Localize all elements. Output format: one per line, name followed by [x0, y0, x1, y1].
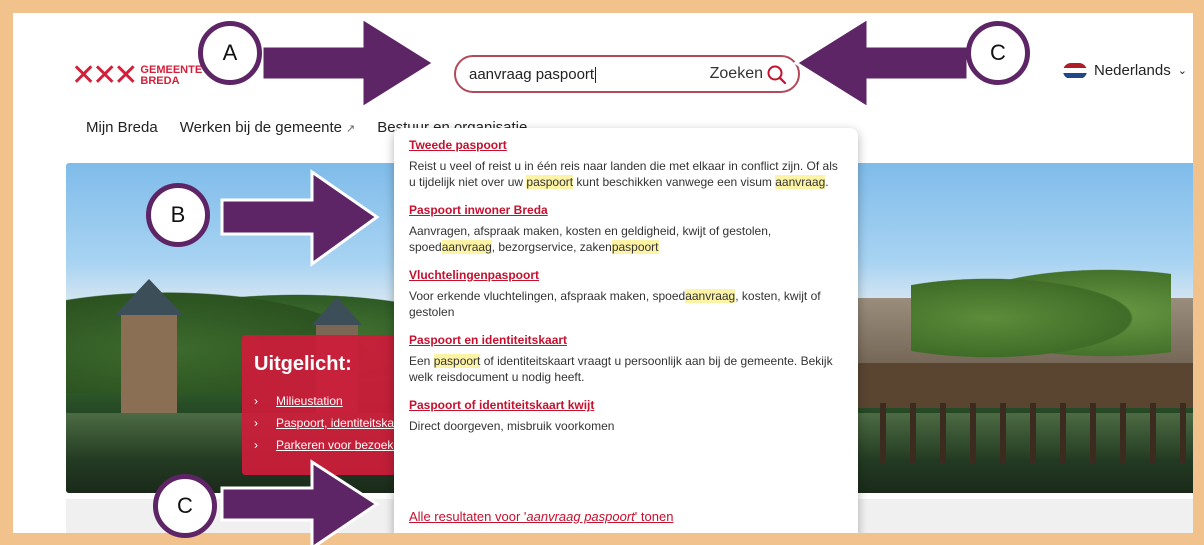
arrow-right-icon — [260, 15, 437, 111]
all-results-link[interactable]: Alle resultaten voor 'aanvraag paspoort'… — [409, 509, 673, 524]
suggestion-item[interactable]: Tweede paspoort Reist u veel of reist u … — [409, 138, 844, 190]
suggestion-description: Aanvragen, afspraak maken, kosten en gel… — [409, 224, 772, 254]
callout-b: B — [146, 183, 210, 247]
suggestion-title[interactable]: Vluchtelingenpaspoort — [409, 268, 844, 282]
gemeente-breda-logo[interactable]: ✕✕✕ GEMEENTE BREDA — [71, 61, 202, 91]
suggestion-description: Voor erkende vluchtelingen, afspraak mak… — [409, 289, 821, 319]
search-input[interactable]: aanvraag paspoort — [469, 66, 597, 84]
suggestion-title[interactable]: Paspoort of identiteitskaart kwijt — [409, 398, 844, 412]
arrow-right-icon — [220, 169, 380, 267]
suggestion-title[interactable]: Paspoort en identiteitskaart — [409, 333, 844, 347]
logo-crosses: ✕✕✕ — [71, 58, 138, 93]
logo-text: GEMEENTE BREDA — [140, 65, 202, 87]
suggestion-title[interactable]: Tweede paspoort — [409, 138, 844, 152]
chevron-down-icon: ⌄ — [1177, 65, 1187, 77]
text-caret — [595, 67, 597, 84]
featured-item[interactable]: › Paspoort, identiteitskaart — [254, 416, 408, 430]
hero-castle-tower — [115, 279, 183, 423]
search-button-label[interactable]: Zoeken — [710, 65, 763, 83]
callout-a: A — [198, 21, 262, 85]
chevron-right-icon: › — [254, 416, 258, 430]
suggestion-title[interactable]: Paspoort inwoner Breda — [409, 203, 844, 217]
arrow-right-icon — [220, 459, 380, 545]
search-suggestions-dropdown: Tweede paspoort Reist u veel of reist u … — [394, 128, 858, 533]
featured-item[interactable]: › Parkeren voor bezoekers — [254, 438, 410, 452]
language-selector[interactable]: Nederlands ⌄ — [1063, 62, 1187, 79]
featured-item[interactable]: › Milieustation — [254, 394, 402, 408]
hero-pier-posts — [856, 403, 1193, 463]
arrow-left-icon — [793, 15, 970, 111]
external-link-icon: ↗ — [346, 123, 356, 135]
hero-trees-right — [911, 268, 1171, 368]
dutch-flag-icon — [1063, 62, 1087, 79]
featured-link[interactable]: Paspoort, identiteitskaart — [276, 416, 408, 430]
search-icon[interactable] — [766, 64, 788, 86]
suggestion-item[interactable]: Paspoort inwoner Breda Aanvragen, afspra… — [409, 203, 844, 255]
suggestion-description: Direct doorgeven, misbruik voorkomen — [409, 419, 615, 433]
callout-c-top: C — [966, 21, 1030, 85]
callout-c-bottom: C — [153, 474, 217, 538]
search-input-value: aanvraag paspoort — [469, 66, 595, 83]
featured-link[interactable]: Parkeren voor bezoekers — [276, 438, 410, 452]
suggestion-description: Reist u veel of reist u in één reis naar… — [409, 159, 838, 189]
suggestion-item[interactable]: Paspoort of identiteitskaart kwijt Direc… — [409, 398, 844, 434]
suggestion-item[interactable]: Paspoort en identiteitskaart Een paspoor… — [409, 333, 844, 385]
suggestion-item[interactable]: Vluchtelingenpaspoort Voor erkende vluch… — [409, 268, 844, 320]
nav-item-werken-label: Werken bij de gemeente — [179, 119, 343, 136]
nav-item-mijn-breda[interactable]: Mijn Breda — [86, 119, 158, 136]
featured-link[interactable]: Milieustation — [276, 394, 343, 408]
featured-panel: Uitgelicht: › Milieustation › Paspoort, id… — [242, 335, 410, 475]
language-label: Nederlands — [1094, 62, 1171, 79]
search-box[interactable]: aanvraag paspoort Zoeken — [454, 55, 800, 93]
chevron-right-icon: › — [254, 438, 258, 452]
suggestion-description: Een paspoort of identiteitskaart vraagt … — [409, 354, 833, 384]
chevron-right-icon: › — [254, 394, 258, 408]
browser-page: ✕✕✕ GEMEENTE BREDA aanvraag paspoort Zoe… — [13, 13, 1193, 533]
nav-item-werken[interactable]: Werken bij de gemeente ↗ — [180, 119, 356, 136]
featured-title: Uitgelicht: — [254, 353, 352, 375]
hero-pier — [856, 363, 1193, 408]
logo-line-2: BREDA — [140, 75, 180, 87]
